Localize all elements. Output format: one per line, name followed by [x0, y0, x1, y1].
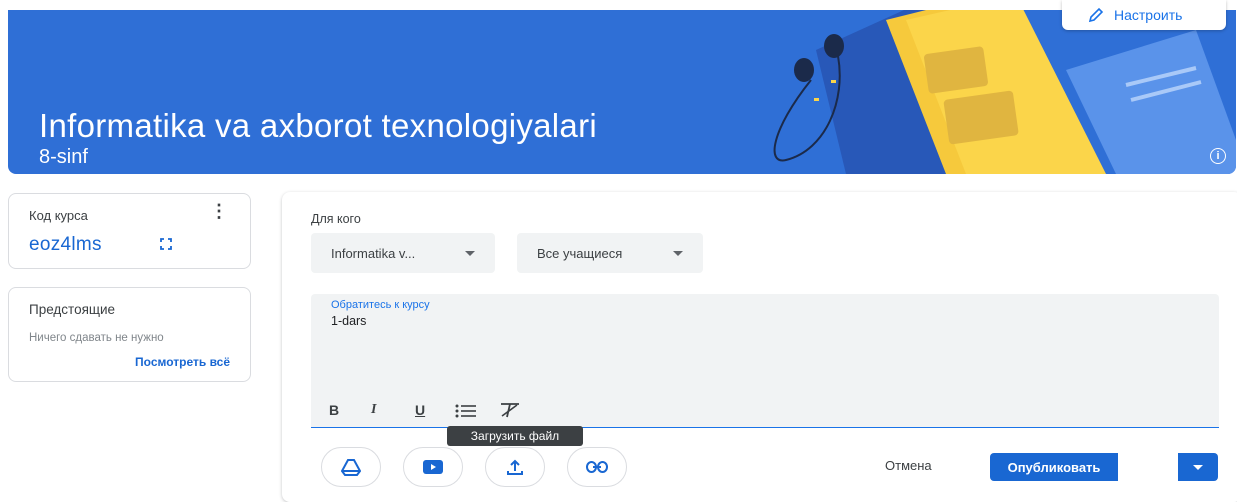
students-select-value: Все учащиеся: [537, 245, 623, 261]
cancel-button[interactable]: Отмена: [885, 458, 932, 473]
youtube-icon: [423, 460, 443, 474]
class-select[interactable]: Informatika v...: [311, 233, 495, 273]
customize-button[interactable]: Настроить: [1062, 0, 1226, 30]
view-all-link[interactable]: Посмотреть всё: [135, 355, 230, 369]
editor-text[interactable]: 1-dars: [331, 314, 366, 328]
upload-attach-button[interactable]: [485, 447, 545, 487]
more-vert-icon[interactable]: ⋮: [210, 202, 228, 220]
pencil-icon: [1088, 7, 1104, 23]
dropdown-arrow-icon: [673, 251, 683, 256]
publish-button[interactable]: Опубликовать: [990, 453, 1118, 481]
upcoming-empty-text: Ничего сдавать не нужно: [29, 332, 164, 344]
course-code-value: eoz4lms: [29, 234, 102, 255]
course-code-card: Код курса ⋮ eoz4lms: [8, 193, 251, 269]
bulleted-list-icon[interactable]: [455, 404, 477, 418]
course-title: Informatika va axborot texnologiyalari: [39, 107, 598, 144]
drive-icon: [341, 459, 361, 476]
for-whom-label: Для кого: [311, 212, 361, 226]
underline-button[interactable]: U: [415, 402, 425, 418]
class-select-value: Informatika v...: [331, 245, 416, 261]
upload-icon: [507, 459, 523, 475]
upcoming-card: Предстоящие Ничего сдавать не нужно Посм…: [8, 287, 251, 382]
drive-attach-button[interactable]: [321, 447, 381, 487]
course-banner: Informatika va axborot texnologiyalari 8…: [8, 10, 1236, 174]
editor-label: Обратитесь к курсу: [331, 299, 430, 311]
publish-options-button[interactable]: [1178, 453, 1218, 481]
italic-button[interactable]: I: [371, 402, 376, 418]
dropdown-arrow-icon: [465, 251, 475, 256]
upload-tooltip: Загрузить файл: [447, 426, 583, 446]
youtube-attach-button[interactable]: [403, 447, 463, 487]
link-icon: [586, 461, 608, 473]
banner-illustration: [773, 10, 1236, 174]
bold-button[interactable]: B: [329, 402, 339, 418]
fullscreen-icon[interactable]: [160, 238, 172, 250]
clear-formatting-icon[interactable]: [499, 402, 521, 418]
course-section: 8-sinf: [39, 146, 88, 168]
link-attach-button[interactable]: [567, 447, 627, 487]
course-code-label: Код курса: [29, 208, 88, 223]
announcement-editor[interactable]: Обратитесь к курсу 1-dars B I U: [311, 294, 1219, 428]
upcoming-title: Предстоящие: [29, 302, 116, 317]
students-select[interactable]: Все учащиеся: [517, 233, 703, 273]
info-icon[interactable]: i: [1210, 148, 1226, 164]
dropdown-arrow-icon: [1193, 465, 1203, 470]
customize-label: Настроить: [1114, 7, 1183, 23]
